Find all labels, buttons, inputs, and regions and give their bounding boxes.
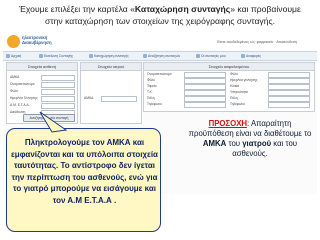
gender-field[interactable] <box>41 89 75 95</box>
field-label: Φύλο <box>230 72 238 76</box>
nav-item-my-prescriptions[interactable]: Οι συνταγές μου <box>196 53 226 59</box>
search-icon <box>143 54 147 59</box>
field-label: Πόλη <box>230 96 238 100</box>
nav-label: Αναζήτηση συνταγών <box>148 54 181 58</box>
main-nav: Αρχική Εκτέλεση Συνταγής Καταχώρηση συντ… <box>3 51 317 61</box>
search-new-prescription-button[interactable]: Αναζήτηση – νέα συνταγή <box>23 114 75 122</box>
attention-line-1: ΠΡΟΣΟΧΗ: Απαραίτητη <box>186 119 314 129</box>
register-icon <box>89 54 93 59</box>
attention-note: ΠΡΟΣΟΧΗ: Απαραίτητη προϋπόθεση είναι να … <box>186 119 314 159</box>
field-label: ΑΜΚΑ <box>10 75 20 79</box>
attention-text: και του <box>271 139 298 148</box>
field-label: Τ.Κ. <box>147 90 153 94</box>
logo-text: ηλεκτρονική Διακυβέρνηση <box>22 35 52 45</box>
list-icon <box>196 54 200 59</box>
header-text: » και προβαίνουμε <box>230 4 301 14</box>
field-label: ΑΜΚΑ <box>84 96 94 100</box>
nav-item-execute[interactable]: Εκτέλεση Συνταγής <box>39 53 73 59</box>
attention-text: του <box>226 139 243 148</box>
header-line-2: στην καταχώρηση των στοιχείων της χειρόγ… <box>44 16 276 26</box>
attention-line-4: ασθενούς. <box>232 149 268 158</box>
field-label: Ονοματεπώνυμο <box>147 72 172 76</box>
insured-panel-title: Στοιχεία ασφαλισμένου <box>144 63 314 71</box>
field-label: Ηλικία <box>230 84 240 88</box>
attention-line-2: προϋπόθεση είναι να διαθέτουμε το <box>188 129 312 138</box>
nav-label: Οι συνταγές μου <box>201 54 226 58</box>
amka-input[interactable] <box>41 75 75 81</box>
field-label: Τηλέφωνο <box>147 102 162 106</box>
user-status[interactable]: Είστε συνδεδεμένος ως: φαρμακείο · Αποσύ… <box>217 40 297 44</box>
home-icon <box>6 54 10 59</box>
report-icon <box>241 54 245 59</box>
field-label: Ημερ/νία Γέννησης <box>10 96 38 100</box>
nav-item-home[interactable]: Αρχική <box>6 53 21 59</box>
field-label: Ονοματεπώνυμο <box>10 82 35 86</box>
insured-phone2-field[interactable] <box>268 102 310 108</box>
slide-header: Έχουμε επιλέξει την καρτέλα «Καταχώρηση … <box>0 3 320 27</box>
nav-label: Αρχική <box>11 54 22 58</box>
etaa-field[interactable] <box>41 103 75 109</box>
nav-item-search[interactable]: Αναζήτηση συνταγών <box>143 53 180 59</box>
attention-doctor: γιατρού <box>242 139 272 148</box>
amka-explanation-callout: Πληκτρολογούμε τον ΑΜΚΑ και εμφανίζονται… <box>6 128 161 232</box>
field-label: Ταμείο <box>147 84 157 88</box>
field-label: Φύλο <box>10 89 18 93</box>
nav-item-reports[interactable]: Αναφορές <box>241 53 261 59</box>
attention-text: : Απαραίτητη <box>247 119 292 128</box>
execute-icon <box>39 54 43 59</box>
header-line-1: Έχουμε επιλέξει την καρτέλα «Καταχώρηση … <box>0 3 320 15</box>
nav-label: Εκτέλεση Συνταγής <box>44 54 74 58</box>
field-label: Α.Μ. Ε.Τ.Α.Α. <box>10 103 30 107</box>
nav-label: Αναφορές <box>246 54 262 58</box>
patient-panel-title: Στοιχεία ασθενή <box>7 63 77 71</box>
logo-icon <box>7 35 20 48</box>
doctor-amka-input[interactable] <box>101 96 137 102</box>
insured-phone-field[interactable] <box>184 102 226 108</box>
field-label: Υπηκοότητα <box>230 90 248 94</box>
header-tab-name: Καταχώρηση συνταγής <box>134 4 231 14</box>
field-label: Πόλη <box>147 96 155 100</box>
birthdate-field[interactable] <box>41 96 75 102</box>
doctor-panel: Στοιχεία ιατρού ΑΜΚΑ <box>80 62 142 124</box>
name-field[interactable] <box>41 82 75 88</box>
insured-panel: Στοιχεία ασφαλισμένου Ονοματεπώνυμο Φύλο… <box>143 62 315 112</box>
field-label: Τηλέφωνο <box>230 102 245 106</box>
attention-label: ΠΡΟΣΟΧΗ <box>208 119 248 128</box>
nav-item-register[interactable]: Καταχώρηση συνταγής <box>89 53 129 59</box>
field-label: Ημερ/νία γέννησης <box>230 78 258 82</box>
header-text: Έχουμε επιλέξει την καρτέλα « <box>19 4 135 14</box>
nav-label: Καταχώρηση συνταγής <box>94 54 129 58</box>
app-logo: ηλεκτρονική Διακυβέρνηση <box>7 35 55 50</box>
doctor-panel-title: Στοιχεία ιατρού <box>81 63 141 71</box>
attention-amka: ΑΜΚΑ <box>202 139 227 148</box>
attention-line-3: ΑΜΚΑ του γιατρού και του <box>186 139 314 149</box>
logo-line-2: Διακυβέρνηση <box>22 40 52 45</box>
app-topbar: ηλεκτρονική Διακυβέρνηση Είστε συνδεδεμέ… <box>3 34 317 50</box>
field-label: Φύλο <box>147 78 155 82</box>
amka-explanation-text: Πληκτρολογούμε τον ΑΜΚΑ και εμφανίζονται… <box>11 138 158 205</box>
